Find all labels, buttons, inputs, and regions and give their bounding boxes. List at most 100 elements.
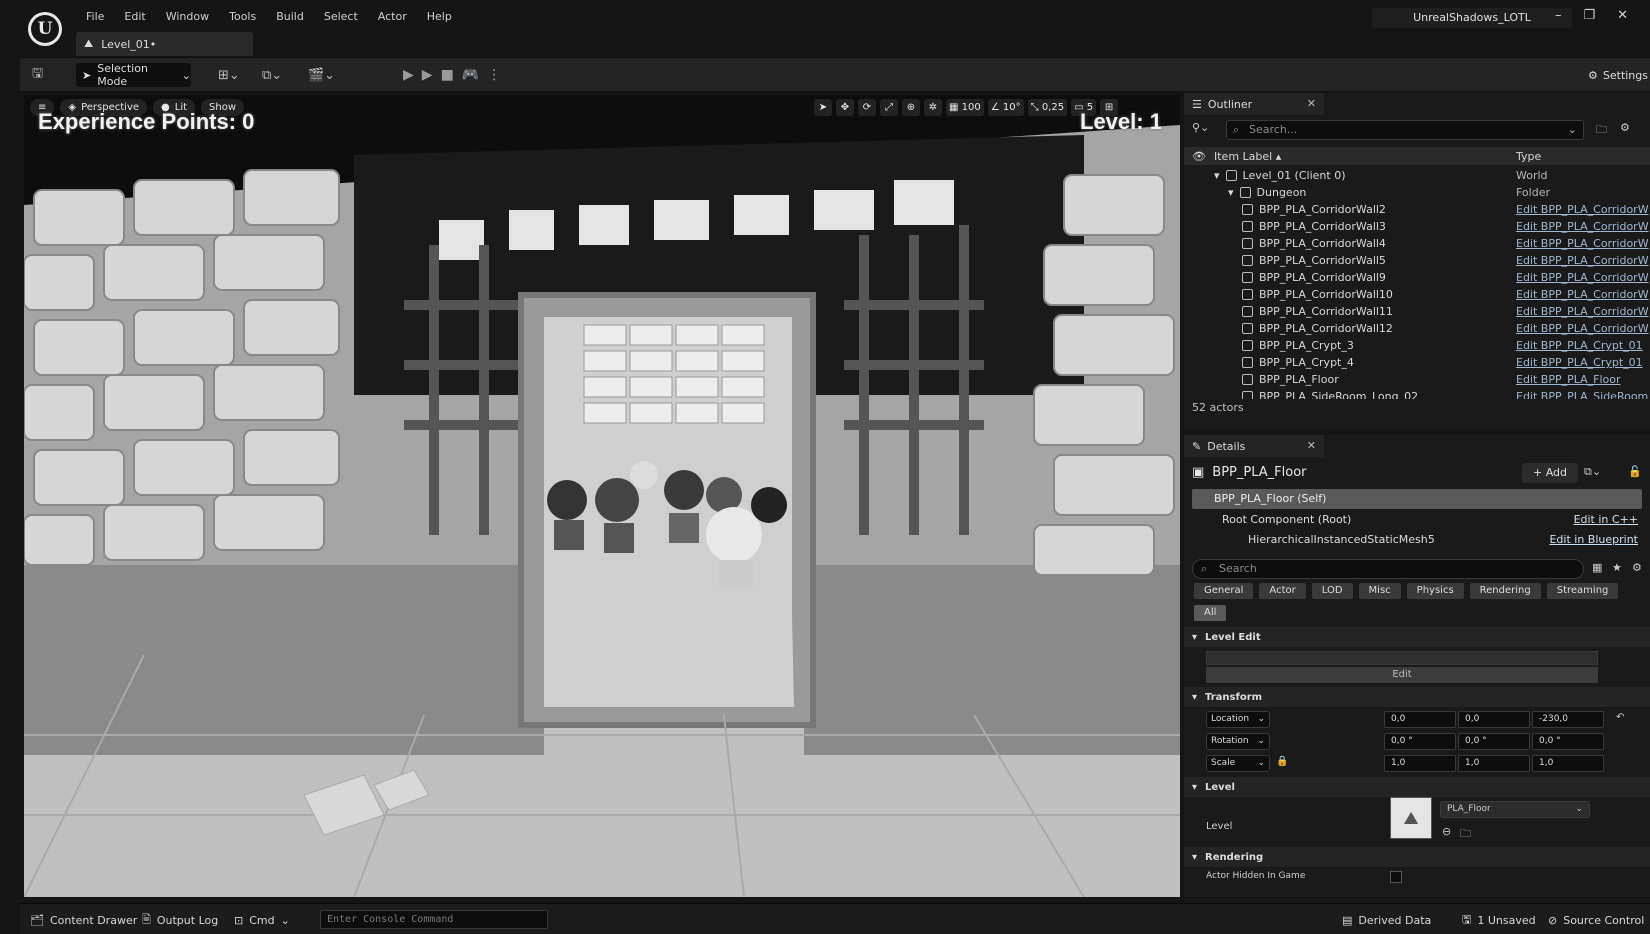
- world-space-icon[interactable]: ⊕: [902, 99, 920, 116]
- outliner-row[interactable]: BPP_PLA_CorridorWall5 Edit BPP_PLA_Corrid…: [1184, 252, 1650, 269]
- expand-chevron-icon[interactable]: ▾: [1214, 169, 1220, 182]
- outliner-row-type-link[interactable]: Edit BPP_PLA_CorridorW: [1516, 220, 1650, 233]
- outliner-row-type-link[interactable]: Edit BPP_PLA_CorridorW: [1516, 271, 1650, 284]
- level-edit-button[interactable]: Edit: [1206, 667, 1598, 683]
- rotation-z-field[interactable]: 0,0 °: [1532, 733, 1604, 750]
- cmd-dropdown[interactable]: ⊡ Cmd ⌄: [234, 910, 290, 930]
- blueprint-options-icon[interactable]: ⧉⌄: [1584, 465, 1601, 479]
- location-z-field[interactable]: -230,0: [1532, 711, 1604, 728]
- gear-icon[interactable]: ⚙: [1620, 121, 1630, 134]
- outliner-row-type-link[interactable]: Edit BPP_PLA_CorridorW: [1516, 288, 1650, 301]
- scale-dropdown[interactable]: Scale ⌄: [1206, 755, 1270, 772]
- reset-icon[interactable]: ↶: [1616, 712, 1624, 723]
- component-self[interactable]: BPP_PLA_Floor (Self): [1192, 489, 1642, 509]
- rotation-dropdown[interactable]: Rotation ⌄: [1206, 733, 1270, 750]
- outliner-row-type-link[interactable]: Edit BPP_PLA_Crypt_01: [1516, 356, 1650, 369]
- outliner-search-input[interactable]: ⌕ Search... ⌄: [1226, 120, 1584, 140]
- outliner-row[interactable]: BPP_PLA_Crypt_4 Edit BPP_PLA_Crypt_01: [1184, 354, 1650, 371]
- level-viewport[interactable]: ≡ ◈ Perspective ● Lit Show ➤ ✥ ⟳ ⤢ ⊕ ✲ ▦…: [24, 95, 1180, 897]
- column-item-label[interactable]: Item Label ▴: [1214, 150, 1281, 163]
- outliner-row-type-link[interactable]: Edit BPP_PLA_CorridorW: [1516, 237, 1650, 250]
- menu-file[interactable]: File: [76, 9, 114, 25]
- outliner-row-type-link[interactable]: Edit BPP_PLA_Floor: [1516, 373, 1650, 386]
- level-asset-dropdown[interactable]: PLA_Floor ⌄: [1440, 801, 1590, 818]
- edit-in-cpp-link[interactable]: Edit in C++: [1574, 511, 1638, 529]
- eye-icon[interactable]: 👁: [1192, 150, 1206, 163]
- gear-icon[interactable]: ⚙: [1632, 561, 1642, 574]
- lock-icon[interactable]: 🔓: [1628, 465, 1642, 478]
- filter-rendering[interactable]: Rendering: [1469, 583, 1541, 599]
- close-icon[interactable]: ✕: [1307, 97, 1316, 110]
- content-drawer-button[interactable]: 🗂 Content Drawer: [30, 910, 137, 930]
- section-transform[interactable]: ▾ Transform: [1184, 687, 1650, 707]
- outliner-row[interactable]: BPP_PLA_CorridorWall11 Edit BPP_PLA_Corri…: [1184, 303, 1650, 320]
- settings-button[interactable]: ⚙ Settings ⌄: [1588, 63, 1650, 87]
- section-level-edit[interactable]: ▾ Level Edit: [1184, 627, 1650, 647]
- actor-hidden-checkbox[interactable]: [1390, 871, 1402, 883]
- selection-mode-button[interactable]: ➤ Selection Mode ⌄: [76, 62, 191, 88]
- scale-z-field[interactable]: 1,0: [1532, 755, 1604, 772]
- scale-x-field[interactable]: 1,0: [1384, 755, 1456, 772]
- component-root[interactable]: Root Component (Root) Edit in C++: [1192, 511, 1642, 529]
- translate-tool-icon[interactable]: ✥: [836, 99, 854, 116]
- output-log-button[interactable]: 🗎 Output Log: [142, 910, 218, 930]
- minimize-icon[interactable]: –: [1555, 8, 1562, 23]
- scale-y-field[interactable]: 1,0: [1458, 755, 1530, 772]
- expand-chevron-icon[interactable]: ▾: [1228, 186, 1234, 199]
- surface-snap-icon[interactable]: ✲: [924, 99, 942, 116]
- table-view-icon[interactable]: ▦: [1592, 561, 1602, 574]
- cinematics-icon[interactable]: 🎬⌄: [308, 63, 335, 87]
- outliner-row[interactable]: BPP_PLA_Floor Edit BPP_PLA_Floor: [1184, 371, 1650, 388]
- column-type[interactable]: Type: [1516, 150, 1541, 163]
- outliner-row-type-link[interactable]: Edit BPP_PLA_CorridorW: [1516, 203, 1650, 216]
- menu-actor[interactable]: Actor: [368, 9, 417, 25]
- close-icon[interactable]: ✕: [1307, 439, 1316, 452]
- outliner-row[interactable]: ▾ Dungeon Folder: [1184, 184, 1650, 201]
- rotation-y-field[interactable]: 0,0 °: [1458, 733, 1530, 750]
- more-options-icon[interactable]: ⋮: [487, 67, 501, 83]
- unsaved-button[interactable]: 🖫 1 Unsaved: [1462, 910, 1536, 930]
- tab-outliner[interactable]: ☰ Outliner ✕: [1184, 93, 1324, 115]
- simulate-icon[interactable]: ▶: [403, 67, 414, 83]
- filter-general[interactable]: General: [1194, 583, 1254, 599]
- menu-build[interactable]: Build: [266, 9, 314, 25]
- menu-tools[interactable]: Tools: [219, 9, 266, 25]
- add-actor-icon[interactable]: ⊞⌄: [218, 63, 240, 87]
- location-y-field[interactable]: 0,0: [1458, 711, 1530, 728]
- outliner-row[interactable]: BPP_PLA_CorridorWall3 Edit BPP_PLA_Corrid…: [1184, 218, 1650, 235]
- derived-data-button[interactable]: ▤ Derived Data: [1342, 910, 1431, 930]
- section-rendering[interactable]: ▾ Rendering: [1184, 847, 1650, 867]
- source-control-button[interactable]: ⊘ Source Control: [1548, 910, 1644, 930]
- location-dropdown[interactable]: Location ⌄: [1206, 711, 1270, 728]
- outliner-row-type-link[interactable]: Edit BPP_PLA_SideRoom: [1516, 390, 1650, 399]
- menu-edit[interactable]: Edit: [114, 9, 155, 25]
- browse-asset-icon[interactable]: 🗀: [1460, 825, 1471, 844]
- lock-icon[interactable]: 🔒: [1276, 756, 1288, 767]
- filter-actor[interactable]: Actor: [1259, 583, 1306, 599]
- tab-details[interactable]: ✎ Details ✕: [1184, 435, 1324, 457]
- blueprint-icon[interactable]: ⧉⌄: [262, 63, 282, 87]
- grid-snap-button[interactable]: ▦ 100: [946, 99, 984, 116]
- maximize-icon[interactable]: ❐: [1584, 8, 1596, 23]
- play-icon[interactable]: ▶: [422, 67, 433, 83]
- outliner-row[interactable]: BPP_PLA_CorridorWall10 Edit BPP_PLA_Corri…: [1184, 286, 1650, 303]
- outliner-row-type-link[interactable]: Edit BPP_PLA_CorridorW: [1516, 322, 1650, 335]
- outliner-row[interactable]: BPP_PLA_Crypt_3 Edit BPP_PLA_Crypt_01: [1184, 337, 1650, 354]
- details-search-input[interactable]: ⌕ Search: [1192, 559, 1584, 579]
- console-command-input[interactable]: Enter Console Command: [320, 910, 548, 929]
- outliner-row[interactable]: BPP_PLA_CorridorWall4 Edit BPP_PLA_Corrid…: [1184, 235, 1650, 252]
- unreal-logo-icon[interactable]: U: [28, 12, 62, 46]
- outliner-row[interactable]: BPP_PLA_CorridorWall12 Edit BPP_PLA_Corri…: [1184, 320, 1650, 337]
- rotation-snap-button[interactable]: ∠ 10°: [987, 99, 1024, 116]
- component-mesh[interactable]: HierarchicalInstancedStaticMesh5 Edit in…: [1192, 531, 1642, 549]
- menu-help[interactable]: Help: [417, 9, 462, 25]
- edit-in-blueprint-link[interactable]: Edit in Blueprint: [1549, 531, 1638, 549]
- outliner-row[interactable]: ▾ Level_01 (Client 0) World: [1184, 167, 1650, 184]
- use-selected-icon[interactable]: ⊖: [1442, 825, 1451, 838]
- filter-streaming[interactable]: Streaming: [1546, 583, 1619, 599]
- close-icon[interactable]: ✕: [1617, 8, 1628, 23]
- section-level[interactable]: ▾ Level: [1184, 777, 1650, 797]
- outliner-row-type-link[interactable]: Edit BPP_PLA_CorridorW: [1516, 305, 1650, 318]
- rotate-tool-icon[interactable]: ⟳: [858, 99, 876, 116]
- filter-misc[interactable]: Misc: [1358, 583, 1401, 599]
